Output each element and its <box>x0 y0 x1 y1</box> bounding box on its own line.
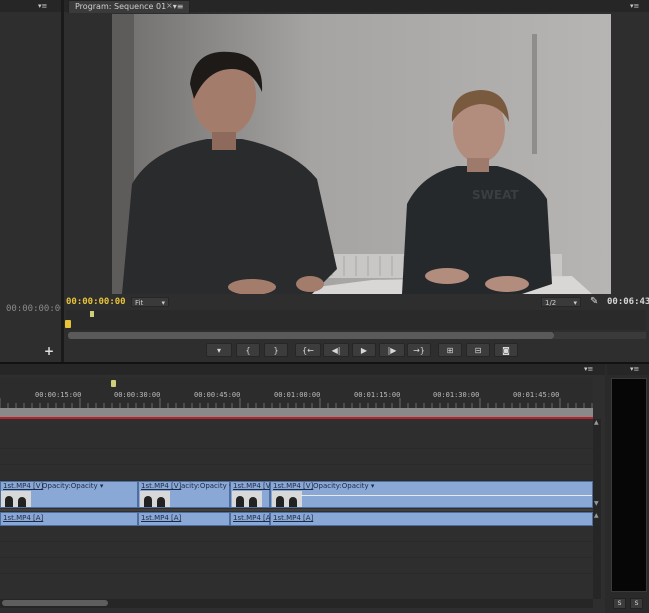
add-marker-button[interactable]: ▾ <box>206 343 232 357</box>
clip-label: 1st.MP4 [A] <box>233 514 274 522</box>
clip-thumbnail <box>232 491 262 507</box>
export-frame-button[interactable]: ◙ <box>494 343 518 357</box>
audio-clip[interactable]: 1st.MP4 [A] <box>138 512 230 526</box>
chevron-down-icon: ▾ <box>573 299 577 307</box>
video-clip[interactable]: 1st.MP4 [V] <box>230 481 274 508</box>
lift-button[interactable]: ⊞ <box>438 343 462 357</box>
mark-in-button[interactable]: { <box>236 343 260 357</box>
audio-meter-display <box>611 378 647 592</box>
resolution-select[interactable]: 1/2 ▾ <box>541 297 581 307</box>
video-audio-divider <box>0 509 593 511</box>
track-divider <box>0 557 593 558</box>
audio-meter-header <box>607 364 649 375</box>
zoom-value: Fit <box>135 299 144 307</box>
audio-clip[interactable]: 1st.MP4 [A] <box>230 512 274 526</box>
step-back-button[interactable]: ◀| <box>323 343 349 357</box>
step-forward-icon: |▶ <box>387 346 397 355</box>
monitor-scroll-track <box>554 332 646 339</box>
track-divider <box>0 464 593 465</box>
step-forward-button[interactable]: |▶ <box>379 343 405 357</box>
audio-clip[interactable]: 1st.MP4 [A] <box>0 512 138 526</box>
scroll-up-icon[interactable]: ▲ <box>594 420 599 426</box>
go-to-out-icon: →} <box>413 346 425 355</box>
tab-label: Program: Sequence 01 <box>75 2 167 11</box>
panel-menu-icon[interactable]: ▾≡ <box>630 365 639 373</box>
clip-label: 1st.MP4 [A] <box>141 514 182 522</box>
clip-label: 1st.MP4 [A] <box>3 514 44 522</box>
clip-label: 1st.MP4 [V] <box>141 482 182 490</box>
video-clip[interactable]: 1st.MP4 [V] Opacity:Opacity ▾ <box>270 481 593 508</box>
clip-label: 1st.MP4 [V] <box>233 482 274 490</box>
opacity-dropdown[interactable]: acity:Opacity ▾ <box>181 482 233 490</box>
scroll-down-icon[interactable]: ▼ <box>594 501 599 507</box>
marker-icon: ▾ <box>216 346 221 355</box>
solo-left-button[interactable]: S <box>613 598 626 609</box>
mark-out-icon: } <box>273 346 279 355</box>
play-icon: ▶ <box>360 346 368 355</box>
panel-menu-icon[interactable]: ▾≡ <box>38 2 50 10</box>
plus-icon[interactable]: + <box>44 345 54 357</box>
duration-timecode: 00:06:43: <box>607 297 649 307</box>
play-button[interactable]: ▶ <box>352 343 376 357</box>
clip-label: 1st.MP4 [A] <box>273 514 314 522</box>
monitor-zoom-scrollbar[interactable] <box>68 332 554 339</box>
chevron-down-icon: ▾ <box>161 299 165 307</box>
clip-thumbnail <box>272 491 302 507</box>
opacity-label: Opacity:Opacity <box>42 482 98 490</box>
program-monitor: Program: Sequence 01 ▾≡ × ▾≡ SWEAT 00:00… <box>64 0 649 362</box>
audio-clip[interactable]: 1st.MP4 [A] <box>270 512 593 526</box>
opacity-dropdown[interactable]: Opacity:Opacity ▾ <box>313 482 374 490</box>
monitor-time-ruler[interactable] <box>66 310 646 330</box>
mark-in-icon: { <box>245 346 251 355</box>
source-timecode: 00:00:00:00 <box>6 304 66 314</box>
playhead-icon[interactable] <box>111 380 116 387</box>
mark-out-button[interactable]: } <box>264 343 288 357</box>
extract-button[interactable]: ⊟ <box>466 343 490 357</box>
panel-menu-icon[interactable]: ▾≡ <box>584 365 593 373</box>
go-to-out-button[interactable]: →} <box>407 343 431 357</box>
go-to-in-button[interactable]: {← <box>295 343 321 357</box>
clip-thumbnail <box>1 491 31 507</box>
step-back-icon: ◀| <box>331 346 341 355</box>
lift-icon: ⊞ <box>446 346 454 355</box>
clip-label: 1st.MP4 [V] <box>3 482 44 490</box>
zoom-select[interactable]: Fit ▾ <box>131 297 169 307</box>
close-icon[interactable]: × <box>166 1 175 10</box>
video-clip[interactable]: 1st.MP4 [V] Opacity:Opacity ▾ <box>0 481 138 508</box>
extract-icon: ⊟ <box>474 346 482 355</box>
timeline-vertical-scrollbar[interactable] <box>593 419 601 599</box>
clip-thumbnail <box>140 491 170 507</box>
camera-icon: ◙ <box>502 346 510 355</box>
opacity-dropdown[interactable]: Opacity:Opacity ▾ <box>42 482 103 490</box>
solo-right-button[interactable]: S <box>630 598 643 609</box>
source-panel: ▾≡ 00:00:00:00 + <box>0 0 66 362</box>
scroll-up-icon[interactable]: ▲ <box>594 513 599 519</box>
resolution-value: 1/2 <box>545 299 557 307</box>
scrollbar-thumb[interactable] <box>2 600 108 606</box>
source-panel-header <box>0 0 61 12</box>
track-divider <box>0 541 593 542</box>
video-clip[interactable]: 1st.MP4 [V] acity:Opacity ▾ <box>138 481 233 508</box>
timeline-header <box>0 364 605 375</box>
playhead-marker-icon[interactable] <box>65 320 71 328</box>
work-area-bar[interactable] <box>0 408 593 417</box>
video-frame[interactable]: SWEAT <box>112 14 611 294</box>
wrench-icon[interactable]: ✎ <box>590 296 598 307</box>
video-frame-image: SWEAT <box>112 14 611 294</box>
svg-text:SWEAT: SWEAT <box>472 188 519 202</box>
track-divider <box>0 448 593 449</box>
panel-menu-icon[interactable]: ▾≡ <box>630 2 639 10</box>
in-point-marker-icon[interactable] <box>90 311 94 317</box>
opacity-keyline[interactable] <box>301 495 592 496</box>
opacity-label: acity:Opacity <box>181 482 227 490</box>
go-to-in-icon: {← <box>302 346 314 355</box>
ruler-ticks <box>0 398 593 408</box>
opacity-label: Opacity:Opacity <box>313 482 369 490</box>
clip-label: 1st.MP4 [V] <box>273 482 314 490</box>
track-divider <box>0 573 593 574</box>
current-timecode[interactable]: 00:00:00:00 <box>66 297 126 307</box>
